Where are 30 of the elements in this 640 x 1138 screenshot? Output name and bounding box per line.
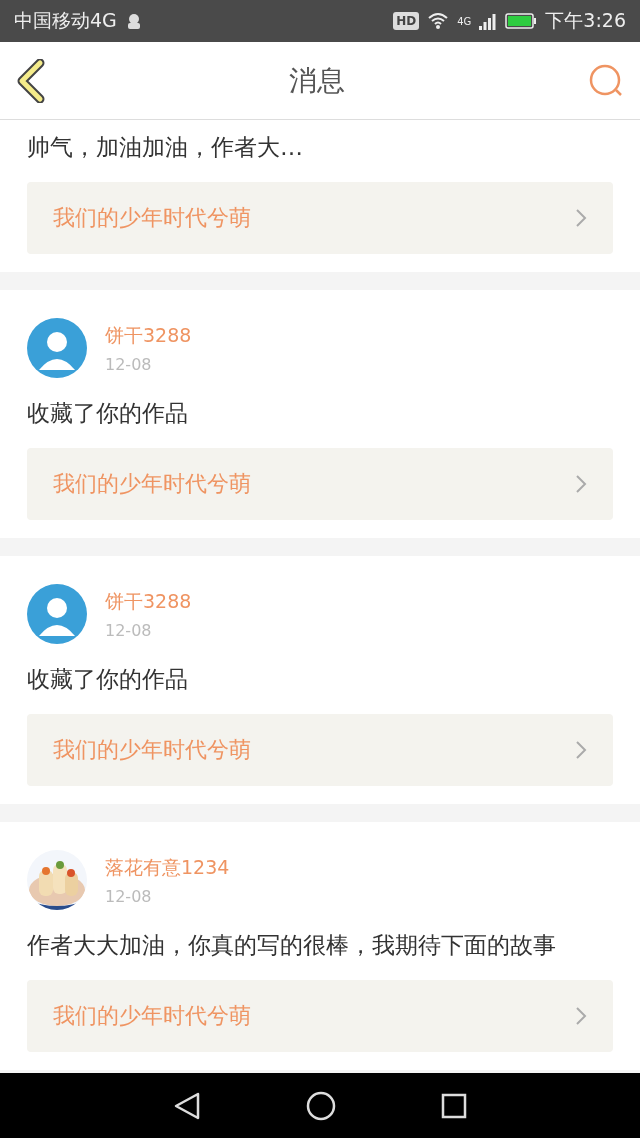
recents-icon[interactable] [441,1092,468,1119]
message-text: 收藏了你的作品 [27,399,189,428]
page-title: 消息 [289,62,345,99]
chevron-icon [575,740,587,760]
message-date: 12-08 [105,620,153,640]
wifi-icon [427,12,450,30]
chevron-icon [575,474,587,494]
back-icon[interactable] [16,58,46,103]
message-date: 12-08 [105,354,153,374]
work-link[interactable]: 我们的少年时代兮萌 [27,182,613,254]
message-date: 12-08 [105,886,153,906]
home-icon[interactable] [306,1090,336,1121]
work-link[interactable]: 我们的少年时代兮萌 [27,448,613,520]
user-name[interactable]: 饼干3288 [105,322,192,349]
chevron-icon [575,1006,587,1026]
clock-time: 下午3:26 [545,8,626,33]
message-text: 作者大大加油，你真的写的很棒，我期待下面的故事 [27,931,557,960]
user-name[interactable]: 落花有意1234 [105,854,230,881]
hd-badge: HD [393,12,420,30]
network-type: 4G [457,15,472,27]
user-name[interactable]: 饼干3288 [105,588,192,615]
message-text: 帅气，加油加油，作者大… [27,133,304,162]
work-link[interactable]: 我们的少年时代兮萌 [27,980,613,1052]
chevron-icon [575,208,587,228]
work-link[interactable]: 我们的少年时代兮萌 [27,714,613,786]
signal-icon [479,12,498,30]
battery-icon [505,12,538,30]
carrier-name: 中国移动4G [14,8,117,33]
message-text: 收藏了你的作品 [27,665,189,694]
back-icon[interactable] [172,1090,201,1121]
